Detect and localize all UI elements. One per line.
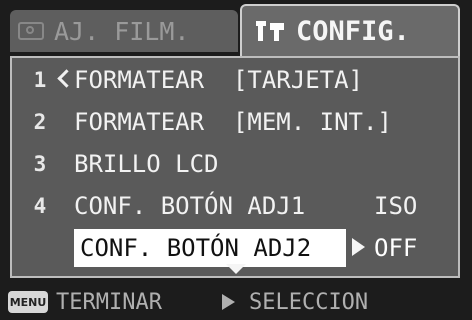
scroll-down-icon[interactable]: [226, 264, 246, 274]
right-arrow-button-icon: [221, 294, 235, 310]
arrow-right-icon: [352, 238, 365, 256]
menu-item-adj1-button[interactable]: 4 CONF. BOTÓN ADJ1 ISO: [12, 186, 458, 226]
button-guide-bar: MENU TERMINAR SELECCION: [0, 284, 472, 320]
menu-item-value: OFF: [374, 234, 418, 262]
menu-item-number: 4: [33, 194, 47, 218]
menu-item-number: 2: [33, 110, 47, 134]
exit-label: TERMINAR: [56, 289, 162, 315]
menu-button-icon: MENU: [8, 291, 48, 313]
tab-config[interactable]: CONFIG.: [240, 4, 460, 56]
menu-item-format-internal[interactable]: 2 FORMATEAR [MEM. INT.]: [12, 102, 458, 142]
menu-item-label: FORMATEAR [MEM. INT.]: [74, 108, 392, 136]
menu-panel: 1 FORMATEAR [TARJETA] 2 FORMATEAR [MEM. …: [10, 56, 460, 278]
menu-item-label: CONF. BOTÓN ADJ2: [80, 234, 312, 262]
tab-film-label: AJ. FILM.: [54, 16, 190, 46]
select-label: SELECCION: [248, 289, 369, 315]
tab-film-settings[interactable]: AJ. FILM.: [10, 10, 238, 52]
menu-item-label: BRILLO LCD: [74, 150, 219, 178]
menu-item-value: ISO: [374, 192, 418, 220]
camera-icon: [18, 22, 44, 40]
menu-item-label: FORMATEAR [TARJETA]: [74, 66, 363, 94]
tools-icon: [256, 19, 286, 43]
menu-item-number: 3: [33, 152, 47, 176]
tab-config-label: CONFIG.: [296, 15, 410, 47]
menu-item-lcd-brightness[interactable]: 3 BRILLO LCD: [12, 144, 458, 184]
camera-screen: AJ. FILM. CONFIG. 1 FORMATEAR [TARJETA] …: [0, 0, 472, 320]
menu-item-format-card[interactable]: 1 FORMATEAR [TARJETA]: [12, 60, 458, 100]
menu-item-label: CONF. BOTÓN ADJ1: [74, 192, 306, 220]
menu-item-adj2-button[interactable]: CONF. BOTÓN ADJ2 OFF: [12, 228, 458, 268]
